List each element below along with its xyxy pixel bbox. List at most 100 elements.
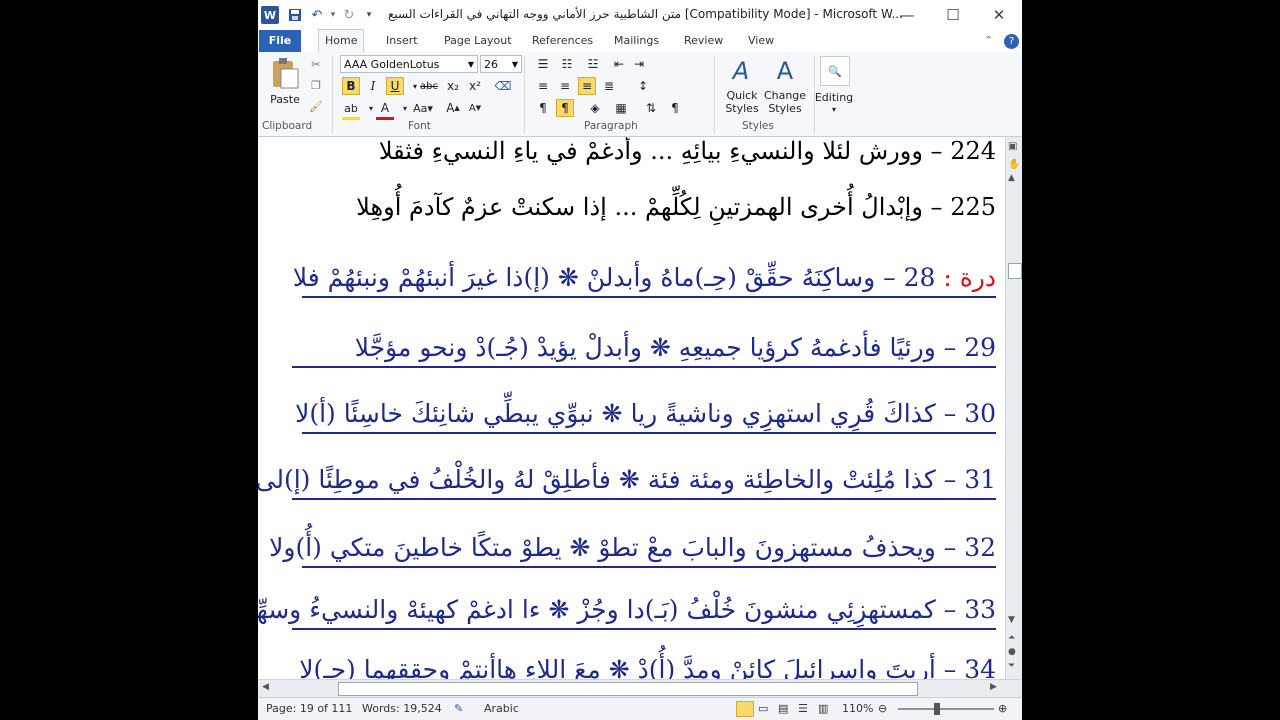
chevron-down-icon[interactable]: ▼: [512, 56, 518, 74]
ruler-toggle-icon[interactable]: ▣: [1008, 141, 1017, 152]
editing-button[interactable]: Editing: [814, 90, 854, 104]
proofing-icon[interactable]: ✎: [454, 702, 463, 715]
subscript-button[interactable]: x₂: [444, 77, 462, 95]
cut-icon[interactable]: ✂: [308, 56, 324, 72]
grow-font-icon[interactable]: A ▲: [444, 99, 462, 117]
document-area[interactable]: 224 – وورش لئلا والنسيءِ بيائِهِ ... وأد…: [258, 137, 1022, 679]
align-center-icon[interactable]: ≡: [556, 77, 574, 95]
browse-object-icon[interactable]: ●: [1008, 647, 1016, 657]
web-layout-icon[interactable]: ▤: [778, 702, 788, 715]
numbering-icon[interactable]: ☷: [558, 55, 576, 73]
zoom-in-icon[interactable]: ⊕: [998, 702, 1007, 715]
horizontal-scroll-thumb[interactable]: [338, 682, 918, 696]
scroll-down-icon[interactable]: ▼: [1008, 615, 1015, 625]
verse-line[interactable]: 34 – أريتَ وإسرائيلَ كائنْ ومدَّ (أُ)دْ …: [299, 655, 996, 679]
zoom-slider-thumb[interactable]: [934, 703, 940, 715]
paste-button[interactable]: Paste: [266, 92, 304, 106]
ribbon-collapse-icon[interactable]: ⌃: [978, 30, 999, 52]
change-styles-icon[interactable]: A: [770, 56, 800, 86]
verse-line[interactable]: 224 – وورش لئلا والنسيءِ بيائِهِ ... وأد…: [379, 137, 996, 165]
verse-line[interactable]: 32 – ويحذفُ مستهزونَ والبابَ معْ تطوْ ❋ …: [269, 533, 996, 568]
tab-insert[interactable]: Insert: [380, 30, 424, 52]
verse-line[interactable]: 31 – كذا مُلِئتْ والخاطِئة ومئة فئة ❋ فأ…: [258, 465, 996, 500]
tab-home[interactable]: Home: [318, 29, 365, 53]
italic-button[interactable]: I: [364, 77, 382, 95]
full-screen-reading-icon[interactable]: ▭: [758, 702, 768, 715]
maximize-icon[interactable]: ☐: [930, 0, 976, 30]
verse-line[interactable]: درة : 28 – وساكِنَهُ حقِّقْ (حِـ)ماهُ وأ…: [293, 263, 996, 298]
language-indicator[interactable]: Arabic: [484, 702, 519, 715]
word-app-icon[interactable]: W: [261, 6, 279, 24]
outline-icon[interactable]: ☰: [798, 702, 808, 715]
save-icon[interactable]: [286, 6, 304, 24]
borders-icon[interactable]: ▦: [612, 99, 630, 117]
bullets-icon[interactable]: ☰: [534, 55, 552, 73]
align-right-icon[interactable]: ≡: [578, 77, 596, 95]
verse-line[interactable]: 30 – كذاكَ قُرِي استهزِي وناشيةً ريا ❋ ن…: [295, 399, 996, 434]
line-spacing-icon[interactable]: ↕: [634, 77, 652, 95]
font-size-combo[interactable]: 26 ▼: [480, 55, 522, 73]
tab-mailings[interactable]: Mailings: [608, 30, 665, 52]
align-left-icon[interactable]: ≡: [534, 77, 552, 95]
zoom-level[interactable]: 110%: [842, 702, 873, 715]
copy-icon[interactable]: ❐: [308, 77, 324, 93]
redo-icon[interactable]: ↻: [340, 6, 358, 24]
tab-view[interactable]: View: [742, 30, 780, 52]
quick-styles-button[interactable]: Quick Styles: [722, 88, 762, 116]
paste-icon[interactable]: [268, 56, 302, 90]
print-layout-icon[interactable]: [736, 701, 754, 717]
verse-line[interactable]: 33 – كمستهزِئِي منشونَ خُلْفُ (بَـ)دا وج…: [258, 595, 996, 630]
tab-references[interactable]: References: [526, 30, 599, 52]
help-icon[interactable]: ?: [998, 30, 1022, 52]
justify-icon[interactable]: ≣: [600, 77, 618, 95]
strikethrough-button[interactable]: abc: [420, 77, 438, 95]
shrink-font-icon[interactable]: A ▼: [466, 99, 484, 117]
clear-formatting-icon[interactable]: ⌫: [494, 77, 512, 95]
zoom-out-icon[interactable]: ⊖: [878, 702, 887, 715]
document-page[interactable]: 224 – وورش لئلا والنسيءِ بيائِهِ ... وأد…: [258, 137, 1006, 679]
vertical-scroll-thumb[interactable]: [1008, 263, 1022, 279]
underline-button[interactable]: U: [386, 77, 404, 95]
font-color-icon[interactable]: A: [376, 99, 394, 120]
show-marks-icon[interactable]: ¶: [666, 99, 684, 117]
tab-file[interactable]: File: [259, 30, 301, 52]
shading-icon[interactable]: ◈: [586, 99, 604, 117]
scroll-right-icon[interactable]: ▶: [990, 682, 997, 692]
next-page-icon[interactable]: ⏷: [1008, 661, 1015, 671]
quick-styles-icon[interactable]: A: [726, 56, 756, 86]
word-count[interactable]: Words: 19,524: [362, 702, 442, 715]
ltr-direction-icon[interactable]: ¶: [534, 99, 552, 117]
zoom-slider[interactable]: [898, 708, 994, 710]
close-icon[interactable]: ✕: [976, 0, 1022, 30]
verse-line[interactable]: 225 – وإبْدالُ أُخرى الهمزتينِ لِكُلِّهم…: [356, 193, 996, 221]
superscript-button[interactable]: x²: [466, 77, 484, 95]
format-painter-icon[interactable]: 🖌: [308, 98, 324, 114]
chevron-down-icon[interactable]: ▾: [826, 104, 842, 114]
increase-indent-icon[interactable]: ⇥: [630, 55, 648, 73]
bold-button[interactable]: B: [342, 77, 360, 95]
scroll-up-icon[interactable]: ▲: [1008, 173, 1015, 183]
previous-page-icon[interactable]: ⏶: [1008, 633, 1015, 643]
sort-icon[interactable]: ⇅: [642, 99, 660, 117]
minimize-icon[interactable]: —: [884, 0, 930, 30]
font-name-combo[interactable]: AAA GoldenLotus ▼: [340, 55, 478, 73]
decrease-indent-icon[interactable]: ⇤: [610, 55, 628, 73]
customize-toolbar-icon[interactable]: ▾: [360, 6, 378, 24]
horizontal-scrollbar[interactable]: ◀ ▶: [258, 679, 1022, 698]
scroll-left-icon[interactable]: ◀: [262, 682, 269, 692]
verse-line[interactable]: 29 – ورئيًا فأدغمهُ كرؤيا جميعِهِ ❋ وأبد…: [292, 333, 996, 368]
page-count[interactable]: Page: 19 of 111: [266, 702, 352, 715]
change-styles-button[interactable]: Change Styles: [762, 88, 808, 116]
multilevel-list-icon[interactable]: ☳: [584, 55, 602, 73]
pan-hand-icon[interactable]: ✋: [1008, 159, 1020, 170]
binoculars-icon[interactable]: 🔍: [820, 56, 850, 86]
status-bar: Page: 19 of 111 Words: 19,524 ✎ Arabic ▭…: [258, 697, 1022, 720]
tab-review[interactable]: Review: [678, 30, 729, 52]
tab-page-layout[interactable]: Page Layout: [438, 30, 518, 52]
chevron-down-icon[interactable]: ▼: [468, 56, 474, 74]
text-highlight-icon[interactable]: ab: [342, 99, 360, 120]
rtl-direction-icon[interactable]: ¶: [556, 99, 574, 117]
draft-icon[interactable]: ▥: [818, 702, 828, 715]
vertical-scrollbar[interactable]: ▣ ✋ ▲ ▼ ⏶ ● ⏷: [1005, 137, 1022, 679]
change-case-icon[interactable]: Aa▾: [412, 99, 434, 117]
